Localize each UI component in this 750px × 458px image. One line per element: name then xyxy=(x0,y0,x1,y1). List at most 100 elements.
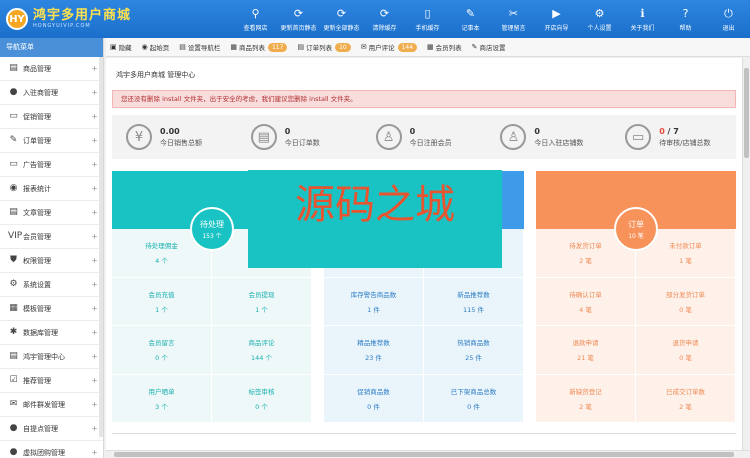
sidebar-item-10[interactable]: ▦ 模板管理 + xyxy=(0,297,103,321)
nav-item-10[interactable]: ? 帮助 xyxy=(664,7,707,32)
cell-label: 退款申请 xyxy=(572,339,599,348)
orders-cell[interactable]: 已成交订单数 2 笔 xyxy=(636,374,736,423)
cell-value: 4 个 xyxy=(155,257,168,266)
menu-icon: ▦ xyxy=(9,303,18,313)
nav-item-label: 查看网店 xyxy=(243,24,268,32)
tab-1[interactable]: ◉ 起始页 xyxy=(142,42,170,52)
cell-value: 0 件 xyxy=(367,402,380,411)
sidebar-item-label: 邮件群发管理 xyxy=(23,400,65,409)
nav-item-11[interactable]: ⏻ 退出 xyxy=(707,7,750,32)
goods-cell[interactable]: 热销商品数 25 件 xyxy=(424,326,524,375)
tab-count-badge: 10 xyxy=(335,42,351,52)
sidebar-scrollbar[interactable] xyxy=(99,57,103,437)
vertical-scrollbar[interactable] xyxy=(742,58,750,450)
sidebar-item-16[interactable]: ● 虚拟团购管理 + xyxy=(0,441,103,458)
cell-label: 新品推荐数 xyxy=(457,290,490,299)
orders-panel: 订单 10 笔 待发货订单 2 笔 未付款订单 1 笔待确认订单 4 笔 部分发货订单 0 … xyxy=(536,171,736,423)
pending-cell[interactable]: 标签审核 0 个 xyxy=(212,374,312,423)
expand-plus-icon[interactable]: + xyxy=(91,448,103,457)
sidebar: 导航菜单 ▤ 商品管理 + ● 入驻商管理 + ▭ 促销管理 + ✎ 订单管理 + ▭ 广告管理 + ◉ 报表统… xyxy=(0,38,104,458)
sidebar-item-7[interactable]: VIP 会员管理 + xyxy=(0,225,103,249)
sidebar-item-14[interactable]: ✉ 邮件群发管理 + xyxy=(0,393,103,417)
sidebar-item-label: 自提点管理 xyxy=(23,424,58,433)
nav-item-2[interactable]: ⟳ 更新全部静态 xyxy=(320,7,363,32)
sidebar-item-4[interactable]: ▭ 广告管理 + xyxy=(0,153,103,177)
sidebar-item-0[interactable]: ▤ 商品管理 + xyxy=(0,57,103,81)
menu-icon: ✱ xyxy=(9,327,18,337)
tab-3[interactable]: ▦ 商品列表 117 xyxy=(230,42,288,52)
stat-label: 今日订单数 xyxy=(284,138,320,147)
nav-item-label: 开店向导 xyxy=(544,24,569,32)
search-icon: ⚲ xyxy=(251,6,260,20)
orders-cell[interactable]: 新缺货登记 2 笔 xyxy=(536,374,636,423)
goods-cell[interactable]: 精品推荐数 23 件 xyxy=(324,326,424,375)
nav-item-3[interactable]: ⟳ 清除缓存 xyxy=(363,7,406,32)
orders-cell[interactable]: 退款申请 21 笔 xyxy=(536,326,636,375)
watermark: 源码之城 xyxy=(248,170,502,268)
cell-label: 精品推荐数 xyxy=(357,339,390,348)
tab-7[interactable]: ✎ 商店设置 xyxy=(472,42,506,52)
tab-icon: ◉ xyxy=(141,43,148,51)
orders-cell[interactable]: 退货申请 0 笔 xyxy=(636,326,736,375)
nav-item-5[interactable]: ✎ 记事本 xyxy=(449,7,492,32)
nav-item-0[interactable]: ⚲ 查看网店 xyxy=(234,7,277,32)
tab-0[interactable]: ▣ 隐藏 xyxy=(110,42,132,52)
pending-cell[interactable]: 会员充值 1 个 xyxy=(112,277,212,326)
nav-item-4[interactable]: ▯ 手机缓存 xyxy=(406,7,449,32)
stat-value: 0 xyxy=(284,126,291,136)
tab-2[interactable]: ▤ 设置导航栏 xyxy=(179,42,220,52)
sidebar-item-12[interactable]: ▤ 鸿宇管理中心 + xyxy=(0,345,103,369)
sidebar-menu: ▤ 商品管理 + ● 入驻商管理 + ▭ 促销管理 + ✎ 订单管理 + ▭ 广告管理 + ◉ 报表统计 + ▤ 文章… xyxy=(0,57,103,458)
sidebar-item-13[interactable]: ☑ 推荐管理 + xyxy=(0,369,103,393)
install-warning-alert: 您还没有删除 install 文件夹，出于安全的考虑，我们建议您删除 insta… xyxy=(112,90,736,108)
pending-cell[interactable]: 商品评论 144 个 xyxy=(212,326,312,375)
vertical-scroll-thumb[interactable] xyxy=(744,68,749,158)
sidebar-item-6[interactable]: ▤ 文章管理 + xyxy=(0,201,103,225)
nav-item-8[interactable]: ⚙ 个人设置 xyxy=(578,7,621,32)
today-stats: ¥0.00 今日销售总额 ▤ 0 今日订单数 ♙ 0 今日注册会员 ♙ 0 今日入驻店铺数 ▭ 0 / … xyxy=(112,115,736,159)
nav-item-7[interactable]: ▶ 开店向导 xyxy=(535,7,578,32)
pending-cell[interactable]: 用户晒单 3 个 xyxy=(112,374,212,423)
menu-icon: ▭ xyxy=(9,159,18,169)
goods-cell[interactable]: 新品推荐数 115 件 xyxy=(424,277,524,326)
stat-label: 今日销售总额 xyxy=(160,138,202,147)
sidebar-item-9[interactable]: ⚙ 系统设置 + xyxy=(0,273,103,297)
play-icon: ▶ xyxy=(552,6,561,20)
cell-value: 4 笔 xyxy=(579,305,592,314)
orders-cell[interactable]: 待确认订单 4 笔 xyxy=(536,277,636,326)
sidebar-item-8[interactable]: ⛊ 权限管理 + xyxy=(0,249,103,273)
yen-icon: ¥ xyxy=(126,124,152,150)
menu-icon: ◉ xyxy=(9,183,18,193)
stat-label: 今日入驻店铺数 xyxy=(534,138,584,147)
goods-cell[interactable]: 已下架商品总数 0 件 xyxy=(424,374,524,423)
tab-icon: ▦ xyxy=(427,43,434,51)
stat-0: ¥0.00 今日销售总额 xyxy=(112,115,237,159)
tab-label: 会员列表 xyxy=(435,44,462,52)
horizontal-scrollbar[interactable] xyxy=(106,450,750,458)
goods-cell[interactable]: 库存警告商品数 1 件 xyxy=(324,277,424,326)
sidebar-item-11[interactable]: ✱ 数据库管理 + xyxy=(0,321,103,345)
pending-cell[interactable]: 会员留言 0 个 xyxy=(112,326,212,375)
cell-label: 未付款订单 xyxy=(669,242,702,251)
sidebar-item-label: 订单管理 xyxy=(23,136,51,145)
sidebar-item-5[interactable]: ◉ 报表统计 + xyxy=(0,177,103,201)
menu-icon: ● xyxy=(9,447,18,457)
menu-icon: ☑ xyxy=(9,375,18,385)
tab-5[interactable]: ✉ 用户评论 144 xyxy=(361,42,418,52)
nav-item-6[interactable]: ✂ 管理留言 xyxy=(492,7,535,32)
sidebar-item-2[interactable]: ▭ 促销管理 + xyxy=(0,105,103,129)
stat-1: ▤ 0 今日订单数 xyxy=(237,115,362,159)
tab-4[interactable]: ▤ 订单列表 10 xyxy=(297,42,351,52)
pending-cell[interactable]: 会员提现 1 个 xyxy=(212,277,312,326)
tab-icon: ▦ xyxy=(230,43,237,51)
horizontal-scroll-thumb[interactable] xyxy=(114,452,734,457)
nav-item-1[interactable]: ⟳ 更新首页静态 xyxy=(277,7,320,32)
sidebar-item-15[interactable]: ● 自提点管理 + xyxy=(0,417,103,441)
sidebar-item-1[interactable]: ● 入驻商管理 + xyxy=(0,81,103,105)
sidebar-item-3[interactable]: ✎ 订单管理 + xyxy=(0,129,103,153)
goods-cell[interactable]: 促销商品数 0 件 xyxy=(324,374,424,423)
tab-6[interactable]: ▦ 会员列表 xyxy=(427,42,462,52)
orders-cell[interactable]: 部分发货订单 0 笔 xyxy=(636,277,736,326)
stat-label: 待审核/店铺总数 xyxy=(659,138,711,147)
nav-item-9[interactable]: ℹ 关于我们 xyxy=(621,7,664,32)
